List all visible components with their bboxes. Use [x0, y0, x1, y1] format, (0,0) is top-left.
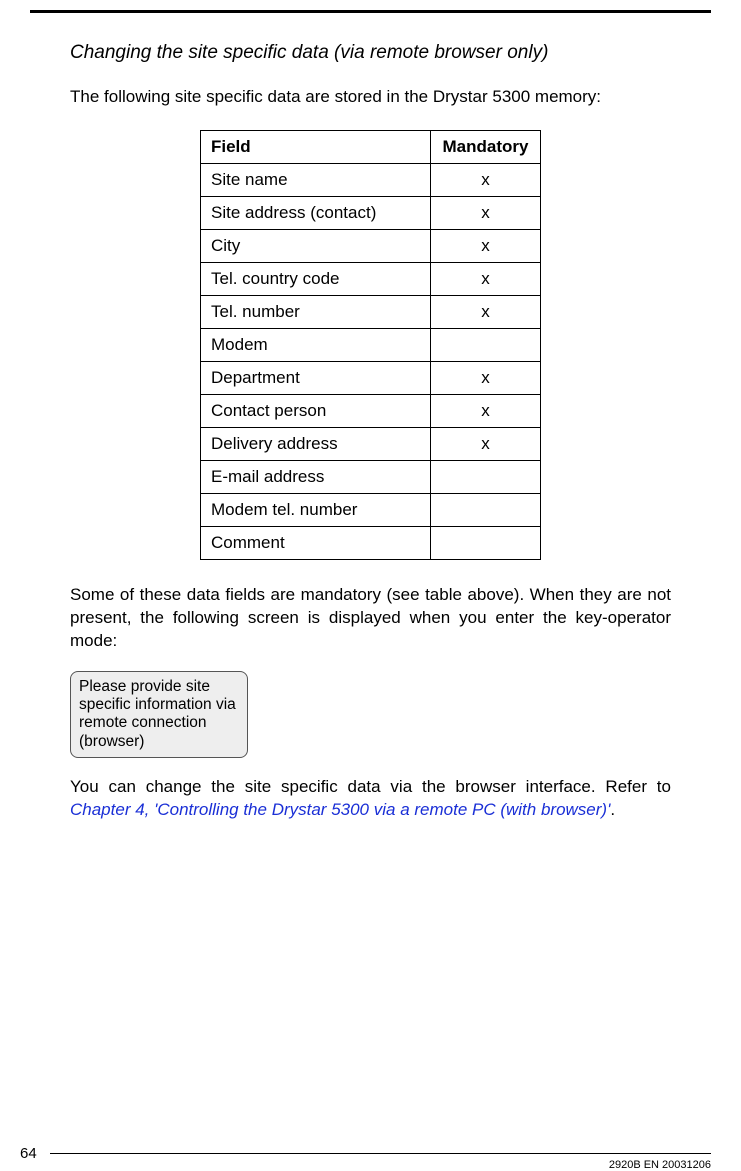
table-row: Cityx	[201, 230, 541, 263]
page-content: Changing the site specific data (via rem…	[0, 0, 741, 822]
table-row: Comment	[201, 527, 541, 560]
field-table: Field Mandatory Site namex Site address …	[200, 130, 541, 560]
cell-field: Comment	[201, 527, 431, 560]
mandatory-paragraph: Some of these data fields are mandatory …	[70, 584, 671, 653]
table-header-row: Field Mandatory	[201, 131, 541, 164]
cell-field: Site name	[201, 164, 431, 197]
cell-field: Tel. country code	[201, 263, 431, 296]
cell-field: Modem	[201, 329, 431, 362]
cell-field: City	[201, 230, 431, 263]
cell-field: Department	[201, 362, 431, 395]
footer-rule	[50, 1153, 711, 1154]
table-row: Modem	[201, 329, 541, 362]
cell-mandatory: x	[431, 395, 541, 428]
cell-mandatory: x	[431, 296, 541, 329]
cell-field: E-mail address	[201, 461, 431, 494]
table-row: E-mail address	[201, 461, 541, 494]
cell-field: Tel. number	[201, 296, 431, 329]
trailing-paragraph: You can change the site specific data vi…	[70, 776, 671, 822]
table-row: Delivery addressx	[201, 428, 541, 461]
trailing-text-post: .	[610, 800, 615, 819]
cell-field: Site address (contact)	[201, 197, 431, 230]
table-row: Tel. country codex	[201, 263, 541, 296]
cell-field: Modem tel. number	[201, 494, 431, 527]
table-header-field: Field	[201, 131, 431, 164]
table-row: Site address (contact)x	[201, 197, 541, 230]
trailing-text-pre: You can change the site specific data vi…	[70, 777, 671, 796]
cell-mandatory	[431, 329, 541, 362]
table-header-mandatory: Mandatory	[431, 131, 541, 164]
table-row: Contact personx	[201, 395, 541, 428]
top-border-rule	[30, 10, 711, 13]
page-number: 64	[20, 1145, 37, 1162]
cell-mandatory	[431, 461, 541, 494]
cell-mandatory: x	[431, 164, 541, 197]
cell-mandatory	[431, 527, 541, 560]
cell-mandatory: x	[431, 263, 541, 296]
cross-reference-link[interactable]: Chapter 4, 'Controlling the Drystar 5300…	[70, 800, 610, 819]
cell-mandatory: x	[431, 197, 541, 230]
cell-field: Delivery address	[201, 428, 431, 461]
cell-mandatory: x	[431, 362, 541, 395]
cell-field: Contact person	[201, 395, 431, 428]
table-row: Tel. numberx	[201, 296, 541, 329]
cell-mandatory: x	[431, 230, 541, 263]
section-title: Changing the site specific data (via rem…	[70, 42, 671, 64]
cell-mandatory	[431, 494, 541, 527]
table-row: Site namex	[201, 164, 541, 197]
table-row: Modem tel. number	[201, 494, 541, 527]
cell-mandatory: x	[431, 428, 541, 461]
screen-message-box: Please provide site specific information…	[70, 671, 248, 758]
intro-text: The following site specific data are sto…	[70, 86, 671, 108]
document-id: 2920B EN 20031206	[609, 1159, 711, 1171]
table-row: Departmentx	[201, 362, 541, 395]
